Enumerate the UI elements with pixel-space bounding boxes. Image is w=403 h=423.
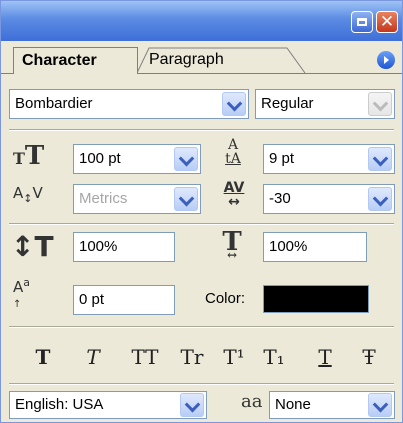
baseline-shift-field[interactable]: 0 pt [73,285,175,315]
chevron-down-icon[interactable] [180,393,204,417]
vertical-scale-icon: ↕T [11,230,54,263]
font-size-value: 100 pt [79,150,121,167]
kerning-icon: A↕V [13,184,43,205]
subscript-button[interactable]: T₁ [259,344,289,370]
tracking-field[interactable]: -30 [263,184,395,214]
faux-italic-button[interactable]: T [81,344,105,370]
anti-alias-value: None [275,396,311,413]
all-caps-button[interactable]: TT [125,344,165,370]
tab-character[interactable]: Character [13,47,138,74]
baseline-shift-value: 0 pt [79,291,105,308]
superscript-button[interactable]: T¹ [219,344,249,370]
font-style-select[interactable]: Regular [255,89,395,119]
chevron-down-icon[interactable] [222,92,246,116]
kerning-value: Metrics [79,190,128,207]
color-swatch[interactable] [263,285,369,313]
divider [9,129,394,131]
title-bar: ✕ [1,1,402,41]
palette-menu-button[interactable] [377,51,395,69]
leading-icon: AtA [225,137,241,167]
strikethrough-button[interactable]: Ŧ [357,344,381,370]
font-size-icon: TT [13,141,45,171]
chevron-down-icon[interactable] [368,393,392,417]
character-palette: ✕ Character Paragraph Bombardier Regular… [0,0,403,423]
font-family-value: Bombardier [15,95,93,112]
color-label: Color: [205,290,246,307]
small-caps-button[interactable]: Tr [175,344,209,370]
chevron-down-icon[interactable] [368,147,392,171]
tracking-icon: AV ↔ [223,180,245,210]
language-select[interactable]: English: USA [9,391,207,419]
underline-button[interactable]: T [313,344,337,370]
chevron-down-icon[interactable] [368,187,392,211]
tab-paragraph[interactable]: Paragraph [141,47,291,73]
vertical-scale-field[interactable]: 100% [73,232,175,262]
baseline-shift-icon: Aa ↑ [13,276,31,310]
close-button[interactable]: ✕ [376,11,398,33]
faux-bold-button[interactable]: T [31,344,55,370]
language-value: English: USA [15,396,104,413]
tab-bar: Character Paragraph [1,41,402,74]
horizontal-scale-value: 100% [269,238,308,255]
font-size-field[interactable]: 100 pt [73,144,201,174]
leading-field[interactable]: 9 pt [263,144,395,174]
font-style-value: Regular [261,95,314,112]
horizontal-scale-icon: T ↔ [222,227,242,262]
minimize-button[interactable] [351,11,373,33]
close-icon: ✕ [379,12,395,32]
vertical-scale-value: 100% [79,238,118,255]
anti-alias-select[interactable]: None [269,391,395,419]
leading-value: 9 pt [269,150,295,167]
divider [9,383,394,385]
tracking-value: -30 [269,190,291,207]
horizontal-scale-field[interactable]: 100% [263,232,367,262]
kerning-field[interactable]: Metrics [73,184,201,214]
chevron-down-icon[interactable] [174,187,198,211]
font-family-select[interactable]: Bombardier [9,89,249,119]
chevron-down-icon[interactable] [174,147,198,171]
anti-alias-icon: aa [241,391,263,412]
chevron-down-icon[interactable] [368,92,392,116]
divider [9,326,394,328]
divider [9,223,394,225]
